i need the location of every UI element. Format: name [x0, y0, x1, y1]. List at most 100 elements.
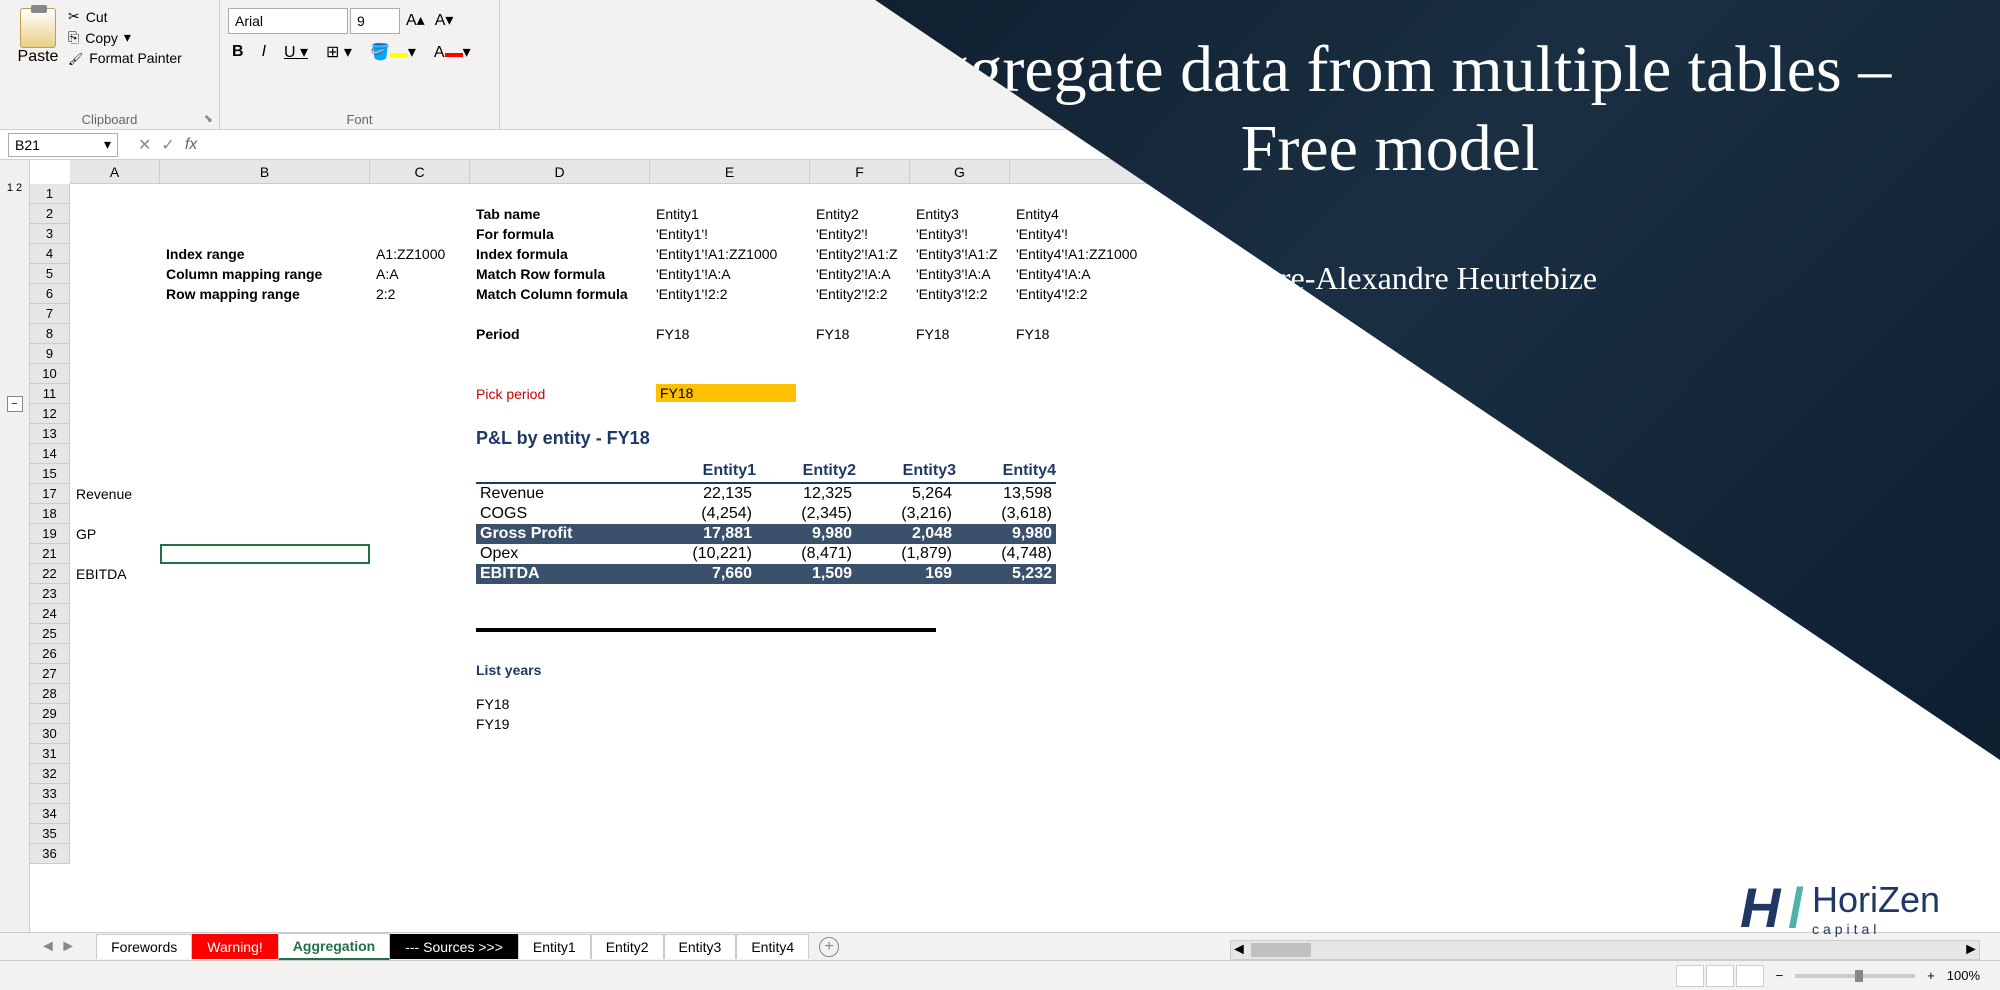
clipboard-launcher[interactable]: ⬊	[204, 112, 213, 125]
decrease-font-button[interactable]: A▾	[431, 8, 458, 34]
increase-font-button[interactable]: A▴	[402, 8, 429, 34]
row-header[interactable]: 8	[30, 324, 70, 344]
col-header[interactable]: A	[70, 160, 160, 183]
logo-subtext: capital	[1812, 921, 1940, 937]
row-label: EBITDA	[476, 565, 656, 583]
zoom-level[interactable]: 100%	[1947, 968, 1980, 983]
row-header[interactable]: 31	[30, 744, 70, 764]
fx-icon[interactable]: fx	[185, 136, 197, 154]
row-header[interactable]: 35	[30, 824, 70, 844]
cell-text: 2:2	[376, 286, 395, 302]
tab-entity3[interactable]: Entity3	[664, 934, 737, 959]
col-header[interactable]: E	[650, 160, 810, 183]
cell-value: 22,135	[656, 485, 756, 503]
cancel-formula-icon[interactable]: ✕	[138, 135, 151, 155]
row-header[interactable]: 18	[30, 504, 70, 524]
tab-aggregation[interactable]: Aggregation	[278, 933, 390, 961]
borders-button[interactable]: ⊞ ▾	[322, 40, 356, 64]
row-header[interactable]: 19	[30, 524, 70, 544]
divider	[476, 628, 936, 632]
cell-value: 12,325	[756, 485, 856, 503]
row-header[interactable]: 3	[30, 224, 70, 244]
row-header[interactable]: 30	[30, 724, 70, 744]
row-header[interactable]: 10	[30, 364, 70, 384]
outline-collapse-button[interactable]: −	[7, 396, 23, 412]
selected-cell	[160, 544, 370, 564]
col-header[interactable]: F	[810, 160, 910, 183]
row-header[interactable]: 7	[30, 304, 70, 324]
normal-view-button[interactable]	[1676, 965, 1704, 987]
row-header[interactable]: 12	[30, 404, 70, 424]
outline-column: 1 2 −	[0, 160, 30, 935]
tab-forewords[interactable]: Forewords	[96, 934, 192, 959]
row-header[interactable]: 17	[30, 484, 70, 504]
row-header[interactable]: 36	[30, 844, 70, 864]
add-sheet-button[interactable]: +	[819, 937, 839, 957]
row-header[interactable]: 9	[30, 344, 70, 364]
row-header[interactable]: 5	[30, 264, 70, 284]
row-header[interactable]: 22	[30, 564, 70, 584]
row-header[interactable]: 14	[30, 444, 70, 464]
row-header[interactable]: 1	[30, 184, 70, 204]
page-layout-button[interactable]	[1706, 965, 1734, 987]
page-break-button[interactable]	[1736, 965, 1764, 987]
row-header[interactable]: 11	[30, 384, 70, 404]
font-color-button[interactable]: A▾	[430, 40, 475, 64]
tab-entity2[interactable]: Entity2	[591, 934, 664, 959]
paste-button[interactable]: Paste	[8, 4, 68, 70]
row-header[interactable]: 15	[30, 464, 70, 484]
cell-text: Revenue	[76, 486, 132, 502]
row-header[interactable]: 26	[30, 644, 70, 664]
tab-entity4[interactable]: Entity4	[736, 934, 809, 959]
row-header[interactable]: 33	[30, 784, 70, 804]
zoom-slider[interactable]	[1795, 974, 1915, 978]
table-row: Opex(10,221)(8,471)(1,879)(4,748)	[476, 544, 1056, 564]
zoom-out-button[interactable]: −	[1776, 968, 1784, 983]
font-group: A▴ A▾ B I U ▾ ⊞ ▾ 🪣▾ A▾ Font	[220, 0, 500, 129]
font-size-input[interactable]	[350, 8, 400, 34]
row-header[interactable]: 13	[30, 424, 70, 444]
bold-button[interactable]: B	[228, 41, 248, 63]
row-header[interactable]: 29	[30, 704, 70, 724]
italic-button[interactable]: I	[258, 41, 270, 63]
row-header[interactable]: 6	[30, 284, 70, 304]
col-header[interactable]: G	[910, 160, 1010, 183]
name-box[interactable]: B21▾	[8, 133, 118, 157]
row-header[interactable]: 32	[30, 764, 70, 784]
logo-text: HoriZen	[1812, 879, 1940, 921]
cell-value: (10,221)	[656, 545, 756, 563]
col-header[interactable]: D	[470, 160, 650, 183]
paste-icon	[20, 8, 56, 48]
row-header[interactable]: 34	[30, 804, 70, 824]
col-header[interactable]: C	[370, 160, 470, 183]
row-header[interactable]: 21	[30, 544, 70, 564]
row-header[interactable]: 28	[30, 684, 70, 704]
tab-entity1[interactable]: Entity1	[518, 934, 591, 959]
cell-text: EBITDA	[76, 566, 127, 582]
tab-warning[interactable]: Warning!	[192, 934, 278, 959]
cell-text: List years	[476, 662, 541, 678]
period-picker[interactable]: FY18	[656, 384, 796, 402]
cell-text: FY18	[1016, 326, 1049, 342]
underline-button[interactable]: U ▾	[280, 40, 312, 64]
row-header[interactable]: 27	[30, 664, 70, 684]
row-header[interactable]: 24	[30, 604, 70, 624]
enter-formula-icon[interactable]: ✓	[161, 135, 174, 155]
col-header[interactable]: B	[160, 160, 370, 183]
font-name-input[interactable]	[228, 8, 348, 34]
tab-nav[interactable]: ◄ ►	[40, 938, 76, 956]
row-header[interactable]: 4	[30, 244, 70, 264]
cell-text: 'Entity2'!A1:Z	[816, 246, 898, 262]
cut-button[interactable]: Cut	[68, 6, 182, 27]
row-header[interactable]: 23	[30, 584, 70, 604]
tab-sources[interactable]: --- Sources >>>	[390, 934, 518, 959]
row-header[interactable]: 25	[30, 624, 70, 644]
row-header[interactable]: 2	[30, 204, 70, 224]
copy-button[interactable]: Copy ▾	[68, 27, 182, 48]
fill-color-button[interactable]: 🪣▾	[366, 40, 420, 64]
zoom-in-button[interactable]: +	[1927, 968, 1935, 983]
format-painter-button[interactable]: Format Painter	[68, 48, 182, 68]
cell-text: Match Row formula	[476, 266, 605, 282]
horizontal-scrollbar[interactable]: ◄►	[1230, 940, 1980, 960]
format-painter-label: Format Painter	[89, 50, 182, 66]
